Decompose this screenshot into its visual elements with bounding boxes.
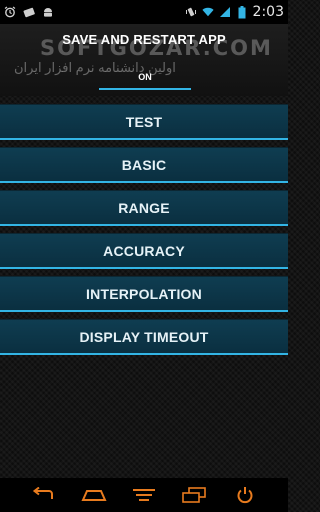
battery-icon: [236, 5, 248, 18]
menu-label: RANGE: [118, 199, 170, 216]
alarm-icon: [4, 6, 16, 18]
recent-apps-icon[interactable]: [180, 484, 208, 506]
vibrate-icon: [185, 6, 197, 18]
on-toggle[interactable]: ON: [99, 66, 191, 90]
settings-menu: TEST BASIC RANGE ACCURACY INTERPOLATION …: [0, 104, 288, 355]
camera-icon: [23, 6, 35, 18]
range-button[interactable]: RANGE: [0, 190, 288, 226]
signal-icon: [219, 6, 231, 18]
basic-button[interactable]: BASIC: [0, 147, 288, 183]
top-bar: SOFTGOZAR.COM اولین دانشنامه نرم افزار ا…: [0, 24, 288, 96]
menu-label: ACCURACY: [103, 242, 185, 259]
android-icon: [42, 6, 54, 18]
display-timeout-button[interactable]: DISPLAY TIMEOUT: [0, 319, 288, 355]
menu-label: DISPLAY TIMEOUT: [79, 328, 209, 345]
menu-label: BASIC: [121, 156, 167, 173]
save-and-restart-button[interactable]: SAVE AND RESTART APP: [0, 32, 288, 47]
status-clock: 2:03: [252, 4, 284, 20]
status-right-icons: 2:03: [185, 4, 284, 20]
toggle-label: ON: [138, 72, 152, 82]
wifi-icon: [201, 6, 214, 18]
home-icon[interactable]: [80, 484, 108, 506]
interpolation-button[interactable]: INTERPOLATION: [0, 276, 288, 312]
menu-icon[interactable]: [130, 484, 158, 506]
test-button[interactable]: TEST: [0, 104, 288, 140]
accuracy-button[interactable]: ACCURACY: [0, 233, 288, 269]
navigation-bar: [0, 478, 288, 512]
menu-label: INTERPOLATION: [86, 285, 202, 302]
status-left-icons: [4, 6, 54, 18]
menu-label: TEST: [125, 113, 163, 130]
status-bar: 2:03: [0, 0, 288, 24]
back-icon[interactable]: [29, 484, 57, 506]
power-icon[interactable]: [231, 484, 259, 506]
